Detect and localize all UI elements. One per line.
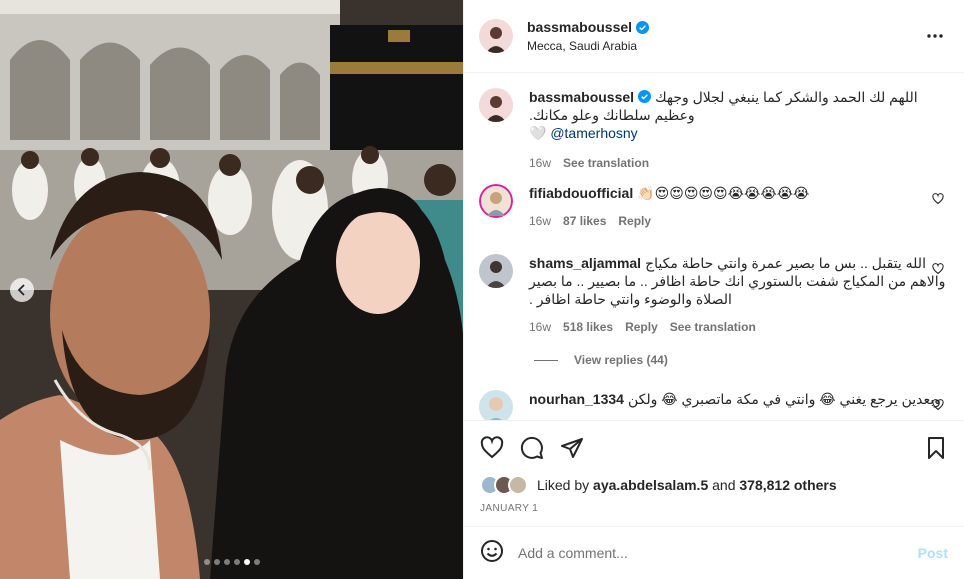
comment-item: shams_aljammal الله يتقبل .. بس ما بصير ع… [479, 254, 948, 336]
comment-composer: Post [464, 526, 964, 579]
save-button[interactable] [924, 436, 948, 465]
carousel-indicator [0, 559, 463, 565]
caption-mention-link[interactable]: @tamerhosny [550, 125, 637, 141]
heart-outline-icon [932, 193, 944, 205]
heart-outline-icon [480, 436, 504, 459]
comment-username[interactable]: nourhan_1334 [529, 391, 624, 407]
author-username-text[interactable]: bassmaboussel [527, 19, 632, 35]
post-comment-button[interactable]: Post [918, 545, 948, 561]
bookmark-icon [928, 437, 944, 459]
carousel-prev-button[interactable] [10, 278, 34, 302]
heart-outline-icon [932, 263, 944, 275]
comment-username[interactable]: fifiabdouofficial [529, 185, 633, 201]
avatar-image [479, 254, 513, 288]
comment-like-button[interactable] [932, 262, 944, 280]
action-bar [464, 420, 964, 474]
carousel-dot [203, 559, 210, 565]
avatar-image [479, 390, 513, 420]
comment-see-translation[interactable]: See translation [670, 318, 756, 336]
author-avatar[interactable] [479, 19, 513, 53]
commenter-avatar[interactable] [479, 184, 513, 218]
comment-like-button[interactable] [932, 398, 944, 416]
post-panel: bassmaboussel Mecca, Saudi Arabia bassma… [463, 0, 964, 579]
avatar-image [479, 184, 513, 218]
photo-image [0, 0, 463, 579]
comment-time[interactable]: 16w [529, 212, 551, 230]
post-header: bassmaboussel Mecca, Saudi Arabia [464, 0, 964, 73]
liker-avatars[interactable] [480, 475, 528, 495]
comment-username[interactable]: shams_aljammal [529, 255, 641, 271]
comment-time[interactable]: 16w [529, 318, 551, 336]
post-photo[interactable] [0, 0, 463, 579]
paper-plane-icon [561, 438, 583, 458]
carousel-dot [253, 559, 260, 565]
like-button[interactable] [480, 436, 504, 465]
caption-time[interactable]: 16w [529, 154, 551, 172]
avatar-image [479, 19, 513, 53]
comment-text: 👏🏻😍😍😍😍😍😭😭😭😭😭 [637, 185, 810, 201]
more-options-button[interactable] [926, 27, 944, 50]
comment-likes[interactable]: 518 likes [563, 318, 613, 336]
emoji-button[interactable] [480, 539, 504, 568]
carousel-dot [223, 559, 230, 565]
caption-avatar[interactable] [479, 88, 513, 122]
chevron-left-icon [17, 284, 25, 296]
comment-item: nourhan_1334 وبعدين يرجع يغني 😂 وانتي في … [479, 390, 948, 420]
likes-prefix: Liked by [537, 477, 590, 493]
comment-likes[interactable]: 87 likes [563, 212, 606, 230]
comment-reply-button[interactable]: Reply [625, 318, 658, 336]
comment-reply-button[interactable]: Reply [618, 212, 651, 230]
more-horizontal-icon [927, 34, 943, 38]
comment-button[interactable] [520, 436, 544, 465]
share-button[interactable] [560, 436, 584, 465]
caption: bassmaboussel اللهم لك الحمد والشكر كما ي… [479, 88, 948, 172]
caption-username[interactable]: bassmaboussel [529, 89, 634, 105]
smiley-icon [481, 539, 503, 562]
heart-outline-icon [932, 399, 944, 411]
post-date[interactable]: JANUARY 1 [480, 503, 538, 514]
replies-divider [534, 359, 558, 361]
comments-list[interactable]: bassmaboussel اللهم لك الحمد والشكر كما ي… [464, 74, 964, 420]
avatar-image [479, 88, 513, 122]
carousel-dot [213, 559, 220, 565]
comment-bubble-icon [520, 436, 543, 459]
commenter-avatar[interactable] [479, 390, 513, 420]
verified-badge-icon [638, 90, 652, 103]
view-replies-label[interactable]: View replies (44) [574, 353, 668, 367]
comment-input[interactable] [518, 545, 918, 561]
carousel-dot [243, 559, 250, 565]
likes-user-link[interactable]: aya.abdelsalam.5 [593, 477, 708, 493]
likes-count-link[interactable]: 378,812 others [739, 477, 836, 493]
commenter-avatar[interactable] [479, 254, 513, 288]
caption-see-translation[interactable]: See translation [563, 154, 649, 172]
likes-summary: Liked by aya.abdelsalam.5 and 378,812 ot… [480, 475, 948, 495]
view-replies-button[interactable]: View replies (44) [534, 353, 668, 367]
carousel-dot [233, 559, 240, 565]
verified-badge-icon [636, 20, 650, 34]
comment-like-button[interactable] [932, 192, 944, 210]
comment-item: fifiabdouofficial 👏🏻😍😍😍😍😍😭😭😭😭😭 16w 87 lik… [479, 184, 948, 230]
author-username[interactable]: bassmaboussel [527, 19, 650, 35]
post-location[interactable]: Mecca, Saudi Arabia [527, 39, 649, 53]
likes-middle: and [712, 477, 736, 493]
comment-text: وبعدين يرجع يغني 😂 وانتي في مكة ماتصبري … [627, 391, 941, 407]
caption-heart-emoji: 🤍 [529, 125, 547, 141]
liker-avatar [508, 475, 528, 495]
